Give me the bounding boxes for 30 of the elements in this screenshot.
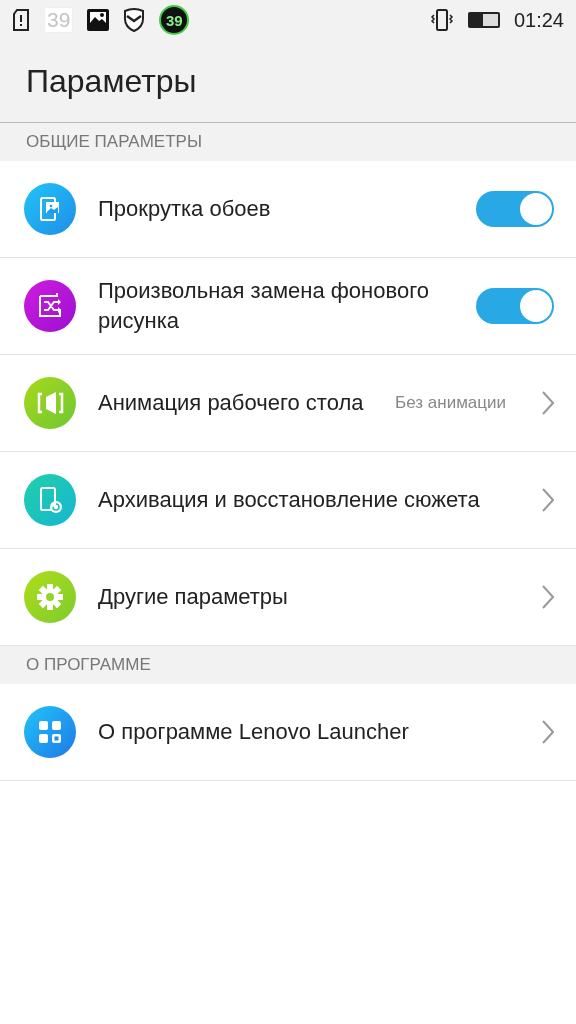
setting-label: Прокрутка обоев [98, 195, 272, 223]
wallpaper-icon [24, 183, 76, 235]
sim-alert-icon [12, 9, 30, 31]
setting-label: Произвольная замена фонового рисунка [98, 277, 430, 335]
battery-icon [467, 12, 500, 28]
door-icon [24, 377, 76, 429]
apps-icon [24, 706, 76, 758]
page-title: Параметры [26, 62, 197, 100]
section-header: О ПРОГРАММЕ [26, 655, 151, 675]
section-header: ОБЩИЕ ПАРАМЕТРЫ [26, 132, 202, 152]
chevron-right-icon [542, 720, 554, 744]
chevron-right-icon [542, 488, 554, 512]
image-icon [87, 9, 110, 31]
shuffle-icon [24, 280, 76, 332]
vibrate-icon [429, 8, 454, 32]
toggle-switch[interactable] [476, 191, 554, 227]
clock: 01:24 [513, 8, 564, 32]
setting-label: Архивация и восстановление сюжета [98, 486, 481, 514]
setting-value: Без анимации [395, 393, 506, 413]
counter-badge: 39 [159, 5, 190, 35]
chevron-right-icon [542, 391, 554, 415]
setting-label: О программе Lenovo Launcher [98, 718, 410, 746]
chevron-right-icon [542, 585, 554, 609]
setting-label: Анимация рабочего стола [98, 389, 365, 417]
phone-restore-icon [24, 474, 76, 526]
settings-icon [24, 571, 76, 623]
shield-icon [123, 8, 146, 32]
toggle-switch[interactable] [476, 288, 554, 324]
notification-badge: 39 [44, 7, 74, 33]
setting-label: Другие параметры [98, 583, 289, 611]
